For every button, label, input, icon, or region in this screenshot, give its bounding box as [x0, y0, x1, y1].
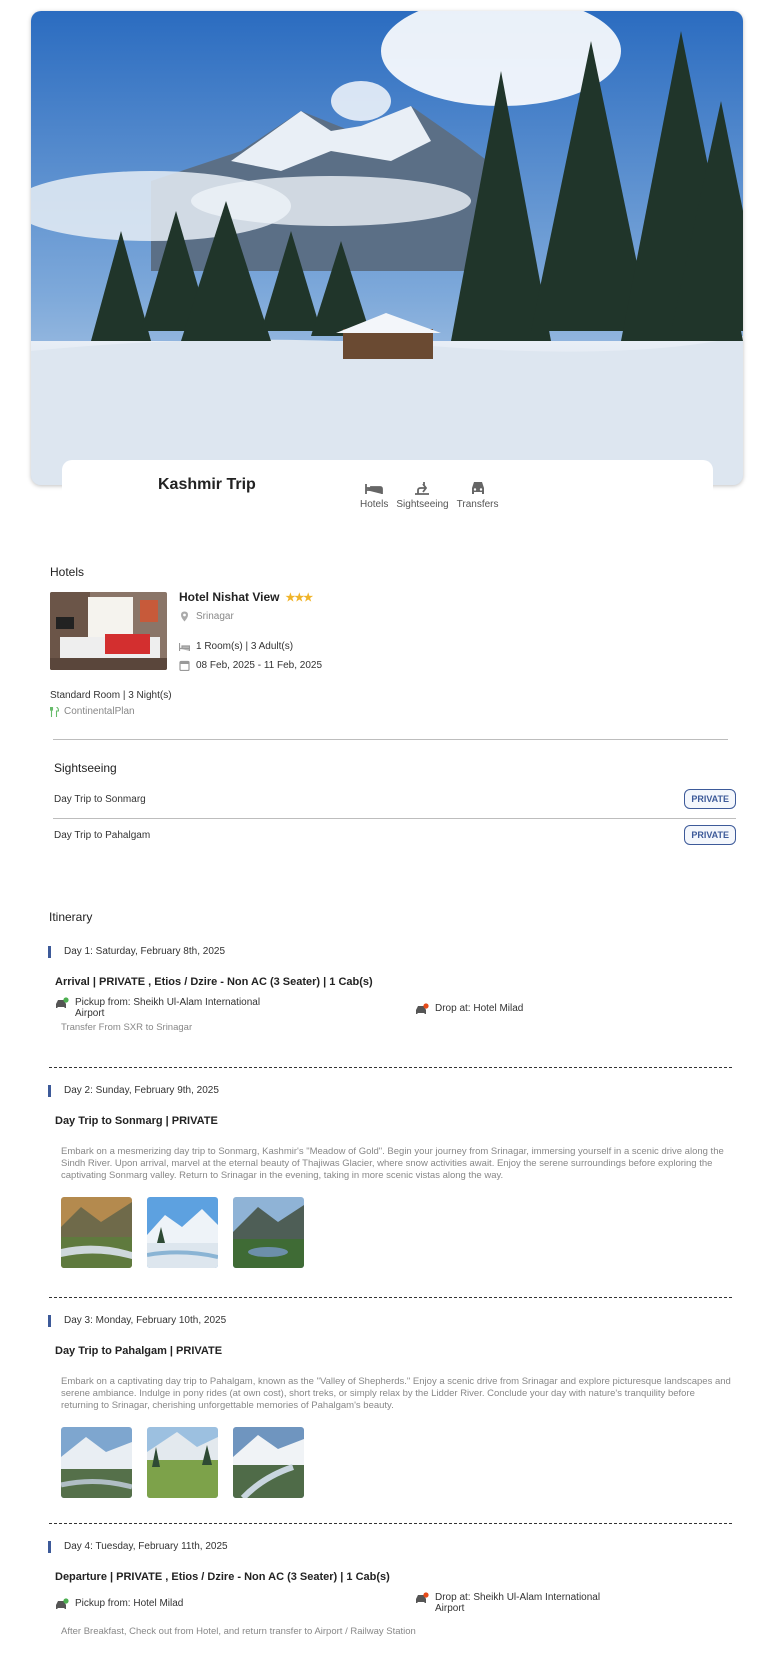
hotel-dates-text: 08 Feb, 2025 - 11 Feb, 2025	[196, 660, 323, 671]
sightseeing-icon	[415, 482, 430, 495]
trip-title: Kashmir Trip	[158, 476, 256, 493]
gallery-photo[interactable]	[147, 1197, 218, 1268]
gallery-photo[interactable]	[233, 1197, 304, 1268]
car-drop-icon	[416, 1592, 429, 1603]
day-title: Day Trip to Sonmarg | PRIVATE	[55, 1115, 218, 1127]
transfer-note: After Breakfast, Check out from Hotel, a…	[61, 1626, 416, 1637]
day-header: Day 3: Monday, February 10th, 2025	[48, 1315, 226, 1327]
bed-icon	[179, 643, 190, 651]
day-description: Embark on a mesmerizing day trip to Sonm…	[61, 1146, 724, 1181]
pickup-text: Pickup from: Sheikh Ul-Alam Internationa…	[75, 997, 261, 1019]
location-pin-icon	[181, 611, 188, 622]
calendar-icon	[179, 660, 190, 671]
pickup-info: Pickup from: Sheikh Ul-Alam Internationa…	[55, 997, 265, 1019]
hotel-photo	[50, 592, 167, 670]
hotel-dates: 08 Feb, 2025 - 11 Feb, 2025	[179, 660, 322, 671]
hotel-location: Srinagar	[179, 611, 234, 622]
hotel-location-text: Srinagar	[196, 611, 234, 622]
day-header: Day 4: Tuesday, February 11th, 2025	[48, 1541, 228, 1553]
room-type: Standard Room | 3 Night(s)	[50, 690, 172, 701]
car-drop-icon	[416, 1003, 429, 1014]
private-badge: PRIVATE	[684, 789, 736, 809]
day-description: Embark on a captivating day trip to Paha…	[61, 1376, 731, 1411]
photo-gallery	[61, 1427, 304, 1498]
trip-summary-card: Kashmir Trip Hotels Sightseeing Transfer…	[62, 460, 713, 540]
fork-knife-icon	[50, 706, 59, 717]
day-separator	[49, 1523, 732, 1524]
drop-info: Drop at: Sheikh Ul-Alam International Ai…	[415, 1592, 615, 1614]
sightseeing-name: Day Trip to Pahalgam	[54, 829, 151, 841]
nav-hotels-label: Hotels	[360, 499, 389, 510]
photo-gallery	[61, 1197, 304, 1268]
hotel-name-row: Hotel Nishat View ★★★	[179, 590, 313, 604]
bed-icon	[365, 484, 384, 494]
nav-transfers-label: Transfers	[456, 499, 499, 510]
gallery-photo[interactable]	[147, 1427, 218, 1498]
pickup-text: Pickup from: Hotel Milad	[75, 1598, 184, 1609]
meal-plan-text: ContinentalPlan	[64, 706, 135, 717]
sightseeing-name: Day Trip to Sonmarg	[54, 793, 146, 805]
day-title: Departure | PRIVATE , Etios / Dzire - No…	[55, 1571, 390, 1583]
day-title: Day Trip to Pahalgam | PRIVATE	[55, 1345, 223, 1357]
hotel-name: Hotel Nishat View	[179, 590, 280, 604]
car-pickup-icon	[56, 1598, 69, 1609]
transfer-note: Transfer From SXR to Srinagar	[61, 1022, 193, 1033]
drop-info: Drop at: Hotel Milad	[415, 1003, 715, 1016]
divider	[53, 818, 736, 819]
meal-plan: ContinentalPlan	[50, 706, 135, 717]
hero-image	[31, 11, 743, 485]
list-item[interactable]: Day Trip to Sonmarg PRIVATE	[54, 788, 736, 810]
nav-transfers[interactable]: Transfers	[457, 480, 499, 510]
day-separator	[49, 1297, 732, 1298]
gallery-photo[interactable]	[233, 1427, 304, 1498]
day-separator	[49, 1067, 732, 1068]
hotel-rooms-text: 1 Room(s) | 3 Adult(s)	[196, 641, 294, 652]
hotel-rooms: 1 Room(s) | 3 Adult(s)	[179, 641, 293, 652]
nav-hotels[interactable]: Hotels	[360, 480, 388, 510]
divider	[53, 739, 728, 740]
pickup-info: Pickup from: Hotel Milad	[55, 1598, 355, 1611]
car-pickup-icon	[56, 997, 69, 1008]
itinerary-heading: Itinerary	[49, 910, 93, 924]
drop-text: Drop at: Hotel Milad	[435, 1003, 524, 1014]
private-badge: PRIVATE	[684, 825, 736, 845]
nav-sightseeing[interactable]: Sightseeing	[396, 480, 449, 510]
star-rating: ★★★	[285, 591, 313, 604]
nav-sightseeing-label: Sightseeing	[396, 499, 449, 510]
gallery-photo[interactable]	[61, 1197, 132, 1268]
list-item[interactable]: Day Trip to Pahalgam PRIVATE	[54, 824, 736, 846]
car-icon	[471, 482, 484, 494]
gallery-photo[interactable]	[61, 1427, 132, 1498]
day-header: Day 1: Saturday, February 8th, 2025	[48, 946, 225, 958]
trip-nav: Hotels Sightseeing Transfers	[360, 480, 499, 510]
day-header: Day 2: Sunday, February 9th, 2025	[48, 1085, 219, 1097]
sightseeing-heading: Sightseeing	[54, 761, 117, 775]
drop-text: Drop at: Sheikh Ul-Alam International Ai…	[435, 1592, 601, 1614]
hotels-heading: Hotels	[50, 565, 85, 579]
day-title: Arrival | PRIVATE , Etios / Dzire - Non …	[55, 976, 373, 988]
